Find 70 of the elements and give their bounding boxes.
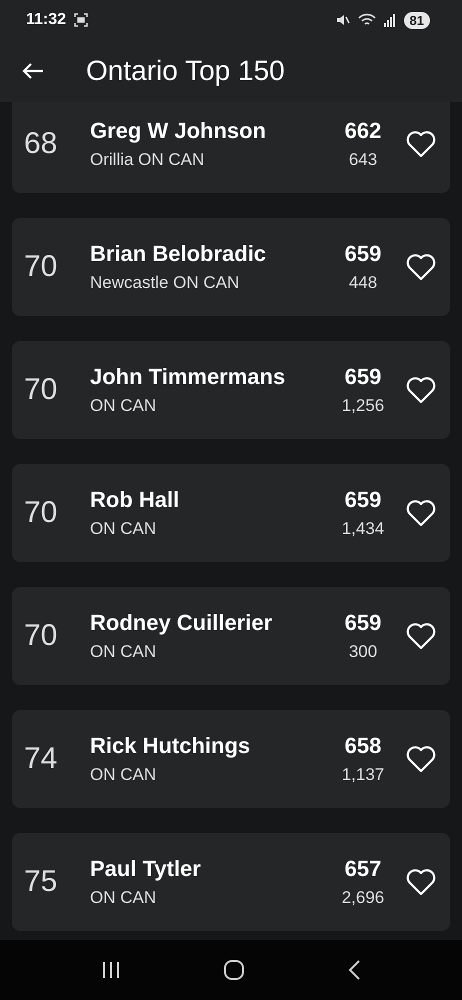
favorite-button[interactable] xyxy=(406,130,436,158)
player-name: Rob Hall xyxy=(90,487,180,513)
player-rating: 658 xyxy=(344,733,382,759)
player-rating: 659 xyxy=(344,364,382,390)
rank-number: 68 xyxy=(24,127,58,161)
rank-number: 70 xyxy=(24,250,58,284)
player-name: Paul Tytler xyxy=(90,856,202,882)
player-rating: 659 xyxy=(344,487,382,513)
player-location: ON CAN xyxy=(90,642,158,662)
player-rating: 657 xyxy=(344,856,382,882)
rounds-count: 448 xyxy=(348,273,378,293)
back-icon xyxy=(347,959,361,981)
favorite-button[interactable] xyxy=(406,745,436,773)
home-button[interactable] xyxy=(223,959,245,981)
heart-icon xyxy=(406,622,436,650)
screen-title: Ontario Top 150 xyxy=(86,55,285,87)
player-card[interactable]: 70 Rodney Cuillerier ON CAN 659 300 xyxy=(12,587,450,685)
favorite-button[interactable] xyxy=(406,622,436,650)
back-arrow-icon xyxy=(22,62,44,80)
player-name: Rick Hutchings xyxy=(90,733,252,759)
rounds-count: 643 xyxy=(348,150,378,170)
player-card[interactable]: 70 John Timmermans ON CAN 659 1,256 xyxy=(12,341,450,439)
player-name: John Timmermans xyxy=(90,364,286,390)
rounds-count: 1,434 xyxy=(342,519,384,539)
player-card[interactable]: 75 Paul Tytler ON CAN 657 2,696 xyxy=(12,833,450,931)
recent-apps-button[interactable] xyxy=(101,961,121,979)
player-location: Orillia ON CAN xyxy=(90,150,206,170)
rank-number: 75 xyxy=(24,865,58,899)
favorite-button[interactable] xyxy=(406,868,436,896)
clock: 11:32 xyxy=(26,11,66,29)
mute-icon xyxy=(336,13,350,27)
heart-icon xyxy=(406,130,436,158)
player-card[interactable]: 70 Brian Belobradic Newcastle ON CAN 659 448 xyxy=(12,218,450,316)
heart-icon xyxy=(406,376,436,404)
recent-apps-icon xyxy=(101,961,121,979)
rounds-count: 300 xyxy=(348,642,378,662)
wifi-icon xyxy=(358,13,376,27)
heart-icon xyxy=(406,253,436,281)
heart-icon xyxy=(406,499,436,527)
player-location: Newcastle ON CAN xyxy=(90,273,240,293)
player-rating: 659 xyxy=(344,241,382,267)
screen-capture-icon xyxy=(74,13,88,27)
rounds-count: 2,696 xyxy=(342,888,384,908)
player-location: ON CAN xyxy=(90,888,158,908)
player-name: Rodney Cuillerier xyxy=(90,610,274,636)
player-card[interactable]: 70 Rob Hall ON CAN 659 1,434 xyxy=(12,464,450,562)
battery-level: 81 xyxy=(404,12,430,28)
back-button[interactable] xyxy=(347,959,361,981)
player-location: ON CAN xyxy=(90,519,158,539)
heart-icon xyxy=(406,745,436,773)
signal-icon xyxy=(384,13,396,27)
favorite-button[interactable] xyxy=(406,499,436,527)
rank-number: 70 xyxy=(24,496,58,530)
player-name: Brian Belobradic xyxy=(90,241,268,267)
player-location: ON CAN xyxy=(90,396,158,416)
rank-number: 70 xyxy=(24,373,58,407)
player-rating: 659 xyxy=(344,610,382,636)
player-card[interactable]: 68 Greg W Johnson Orillia ON CAN 662 643 xyxy=(12,102,450,193)
rounds-count: 1,137 xyxy=(342,765,384,785)
favorite-button[interactable] xyxy=(406,376,436,404)
player-location: ON CAN xyxy=(90,765,158,785)
rank-number: 70 xyxy=(24,619,58,653)
home-icon xyxy=(223,959,245,981)
player-name: Greg W Johnson xyxy=(90,118,267,144)
rounds-count: 1,256 xyxy=(342,396,384,416)
player-card[interactable]: 74 Rick Hutchings ON CAN 658 1,137 xyxy=(12,710,450,808)
favorite-button[interactable] xyxy=(406,253,436,281)
rank-number: 74 xyxy=(24,742,58,776)
player-rating: 662 xyxy=(344,118,382,144)
heart-icon xyxy=(406,868,436,896)
